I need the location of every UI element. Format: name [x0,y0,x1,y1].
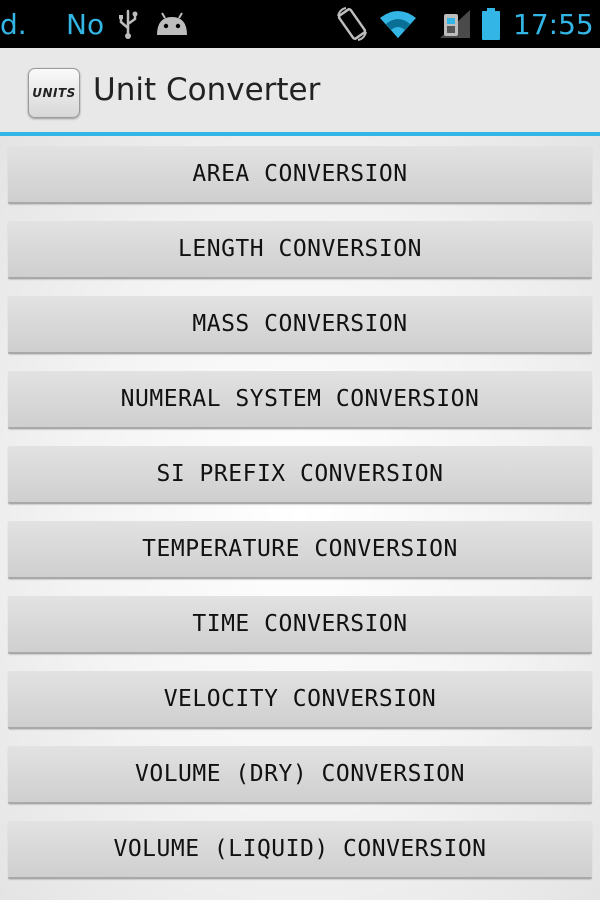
app-icon-label: UNITS [32,86,76,100]
app-title: Unit Converter [93,72,321,108]
si-prefix-conversion-button[interactable]: SI PREFIX CONVERSION [8,446,592,504]
length-conversion-button[interactable]: LENGTH CONVERSION [8,221,592,279]
conversion-list: AREA CONVERSION LENGTH CONVERSION MASS C… [0,136,600,900]
area-conversion-button[interactable]: AREA CONVERSION [8,146,592,204]
mass-conversion-button[interactable]: MASS CONVERSION [8,296,592,354]
status-bar: d. No 17:55 [0,0,600,48]
app-icon[interactable]: UNITS [28,68,80,118]
volume-dry-conversion-button[interactable]: VOLUME (DRY) CONVERSION [8,746,592,804]
android-icon [154,0,190,48]
numeral-system-conversion-button[interactable]: NUMERAL SYSTEM CONVERSION [8,371,592,429]
usb-icon [116,0,140,48]
battery-icon [480,0,502,48]
status-text-notification: No [66,7,105,41]
status-text-left: d. [0,7,27,41]
temperature-conversion-button[interactable]: TEMPERATURE CONVERSION [8,521,592,579]
wifi-icon [378,0,418,48]
time-conversion-button[interactable]: TIME CONVERSION [8,596,592,654]
volume-liquid-conversion-button[interactable]: VOLUME (LIQUID) CONVERSION [8,821,592,879]
rotate-icon [336,0,368,48]
velocity-conversion-button[interactable]: VELOCITY CONVERSION [8,671,592,729]
clock: 17:55 [513,7,594,41]
sim-icon [438,0,472,48]
